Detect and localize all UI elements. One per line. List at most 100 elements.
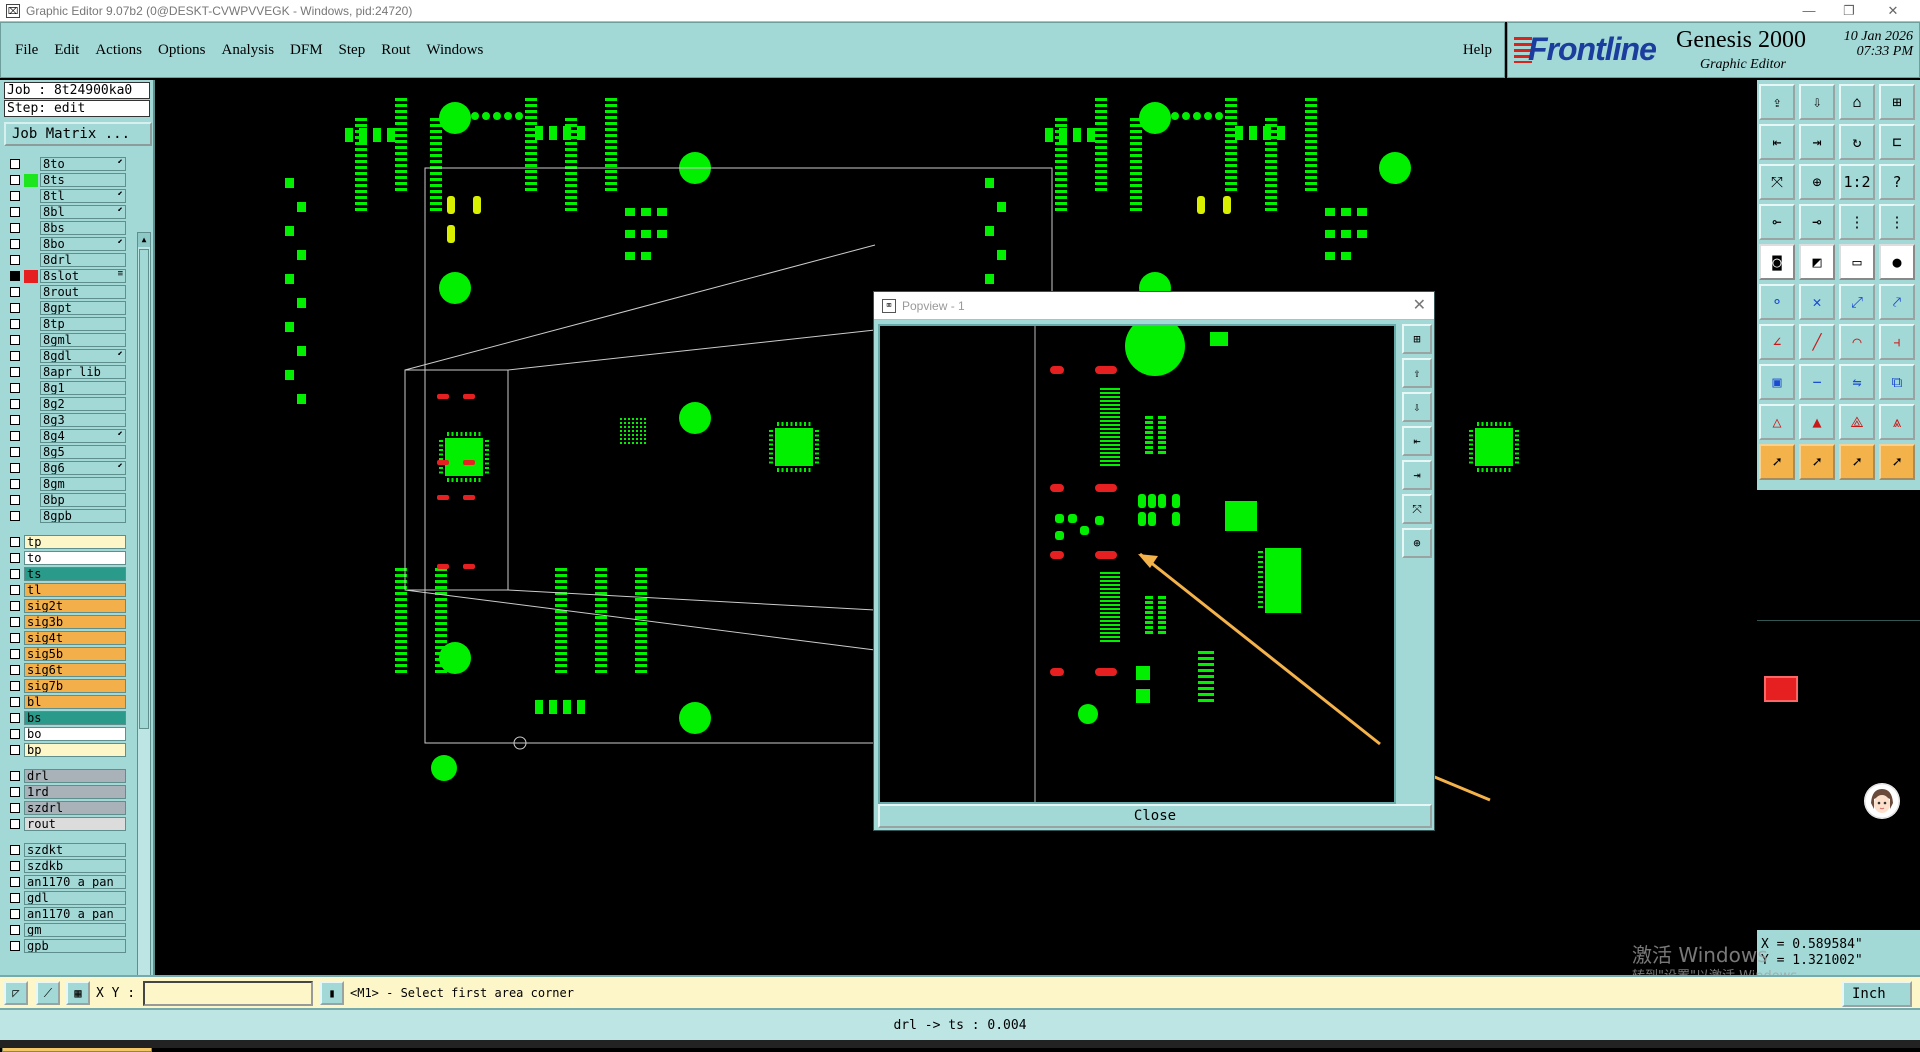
layer-name[interactable]: gpb (24, 939, 126, 953)
layer-row-sig5b[interactable]: sig5b (4, 646, 126, 662)
layer-checkbox[interactable] (10, 159, 20, 169)
menu-file[interactable]: File (15, 42, 38, 59)
layer-checkbox[interactable] (10, 681, 20, 691)
layer-row-gm[interactable]: gm (4, 922, 126, 938)
layer-name[interactable]: sig5b (24, 647, 126, 661)
layer-color-swatch[interactable] (24, 461, 38, 475)
layer-name[interactable]: 8g5 (40, 445, 126, 459)
home-icon[interactable]: ⌂ (1839, 84, 1875, 120)
layer-checkbox[interactable] (10, 665, 20, 675)
layer-checkbox[interactable] (10, 303, 20, 313)
draw-mode-icon[interactable]: ⟋ (36, 981, 60, 1005)
pan-right-icon[interactable]: ⇥ (1799, 124, 1835, 160)
cross-icon[interactable]: ✕ (1799, 284, 1835, 320)
layer-color-swatch[interactable] (24, 253, 38, 267)
popview-zoom-in-icon[interactable]: ⊞ (1402, 324, 1432, 354)
grid-mode-icon[interactable]: ▦ (66, 981, 90, 1005)
layer-checkbox[interactable] (10, 335, 20, 345)
layer-name[interactable]: rout (24, 817, 126, 831)
fit-all-icon[interactable]: ⤧ (1759, 164, 1795, 200)
layer-color-swatch[interactable] (24, 413, 38, 427)
snap-icon[interactable]: ⊏ (1879, 124, 1915, 160)
layer-name[interactable]: 8gml (40, 333, 126, 347)
assistant-avatar-icon[interactable] (1864, 783, 1900, 819)
layer-name[interactable]: 8to (40, 157, 126, 171)
net-left-icon[interactable]: ⋮ (1839, 204, 1875, 240)
layer-checkbox[interactable] (10, 239, 20, 249)
pan-left-icon[interactable]: ⇤ (1759, 124, 1795, 160)
layer-name[interactable]: bl (24, 695, 126, 709)
layer-row-gdl[interactable]: gdl (4, 890, 126, 906)
flip-icon[interactable]: ⇋ (1839, 364, 1875, 400)
layer-color-swatch[interactable] (24, 221, 38, 235)
layer-name[interactable]: 8g3 (40, 413, 126, 427)
layer-checkbox[interactable] (10, 319, 20, 329)
layer-name[interactable]: 8tp (40, 317, 126, 331)
layer-checkbox[interactable] (10, 569, 20, 579)
camera-icon[interactable]: ◙ (1759, 244, 1795, 280)
copy-icon[interactable]: ⧉ (1879, 364, 1915, 400)
layer-checkbox[interactable] (10, 745, 20, 755)
cursor-a-icon[interactable]: ➚ (1759, 444, 1795, 480)
menu-edit[interactable]: Edit (54, 42, 79, 59)
layer-name[interactable]: sig6t (24, 663, 126, 677)
layer-checkbox[interactable] (10, 447, 20, 457)
popview-close-icon[interactable]: ✕ (1413, 295, 1426, 315)
menu-analysis[interactable]: Analysis (222, 42, 275, 59)
layer-checkbox[interactable] (10, 287, 20, 297)
layer-row-bl[interactable]: bl (4, 694, 126, 710)
layer-row-8g4[interactable]: 8g4 ⬋ (4, 428, 126, 444)
layer-color-swatch[interactable] (24, 285, 38, 299)
center-icon[interactable]: ⊕ (1799, 164, 1835, 200)
triangle-d-icon[interactable]: ⩓ (1879, 404, 1915, 440)
layer-checkbox[interactable] (10, 617, 20, 627)
layer-name[interactable]: 8apr_lib (40, 365, 126, 379)
scroll-up-icon[interactable]: ▲ (138, 233, 150, 247)
layer-name[interactable]: an1170_a_pan (24, 875, 126, 889)
layer-color-swatch[interactable] (24, 317, 38, 331)
scroll-thumb[interactable] (139, 249, 149, 729)
layer-name[interactable]: ts (24, 567, 126, 581)
layer-checkbox[interactable] (10, 601, 20, 611)
select-mode-icon[interactable]: ◸ (4, 981, 28, 1005)
align-icon[interactable]: ⫞ (1879, 324, 1915, 360)
layer-row-an1170_a_pan[interactable]: an1170_a_pan (4, 874, 126, 890)
layer-color-swatch[interactable] (24, 365, 38, 379)
layer-name[interactable]: drl (24, 769, 126, 783)
menu-actions[interactable]: Actions (95, 42, 142, 59)
zoom-home-icon[interactable]: ⇪ (1759, 84, 1795, 120)
menu-windows[interactable]: Windows (426, 42, 483, 59)
layer-checkbox[interactable] (10, 511, 20, 521)
layer-row-8gml[interactable]: 8gml (4, 332, 126, 348)
popview-close-button[interactable]: Close (878, 804, 1432, 828)
layer-checkbox[interactable] (10, 771, 20, 781)
layer-row-8bo[interactable]: 8bo ⬋ (4, 236, 126, 252)
cursor-c-icon[interactable]: ➚ (1839, 444, 1875, 480)
cursor-b-icon[interactable]: ➚ (1799, 444, 1835, 480)
layer-color-swatch[interactable] (24, 349, 38, 363)
layer-checkbox[interactable] (10, 383, 20, 393)
layer-name[interactable]: 8g6 (40, 461, 126, 475)
layer-row-8bp[interactable]: 8bp (4, 492, 126, 508)
scale-icon[interactable]: 1:2 (1839, 164, 1875, 200)
layer-name[interactable]: tp (24, 535, 126, 549)
link-icon[interactable]: ⤤ (1879, 284, 1915, 320)
layer-name[interactable]: sig2t (24, 599, 126, 613)
prompt-icon[interactable]: ▮ (320, 981, 344, 1005)
layer-row-rout[interactable]: rout (4, 816, 126, 832)
layer-row-szdrl[interactable]: szdrl (4, 800, 126, 816)
layer-row-an1170_a_pan[interactable]: an1170_a_pan (4, 906, 126, 922)
window-icon[interactable]: ⊞ (1879, 84, 1915, 120)
layer-row-8tl[interactable]: 8tl ⬋ (4, 188, 126, 204)
layer-row-bo[interactable]: bo (4, 726, 126, 742)
layer-checkbox[interactable] (10, 909, 20, 919)
layer-name[interactable]: 8bo (40, 237, 126, 251)
layer-color-swatch[interactable] (24, 189, 38, 203)
ruler-icon[interactable]: ▭ (1839, 244, 1875, 280)
node-edit-icon[interactable]: ⚬ (1759, 284, 1795, 320)
layer-name[interactable]: 8gdl (40, 349, 126, 363)
layer-checkbox[interactable] (10, 729, 20, 739)
layer-row-sig3b[interactable]: sig3b (4, 614, 126, 630)
layer-name[interactable]: an1170_a_pan (24, 907, 126, 921)
layer-name[interactable]: 8bl (40, 205, 126, 219)
